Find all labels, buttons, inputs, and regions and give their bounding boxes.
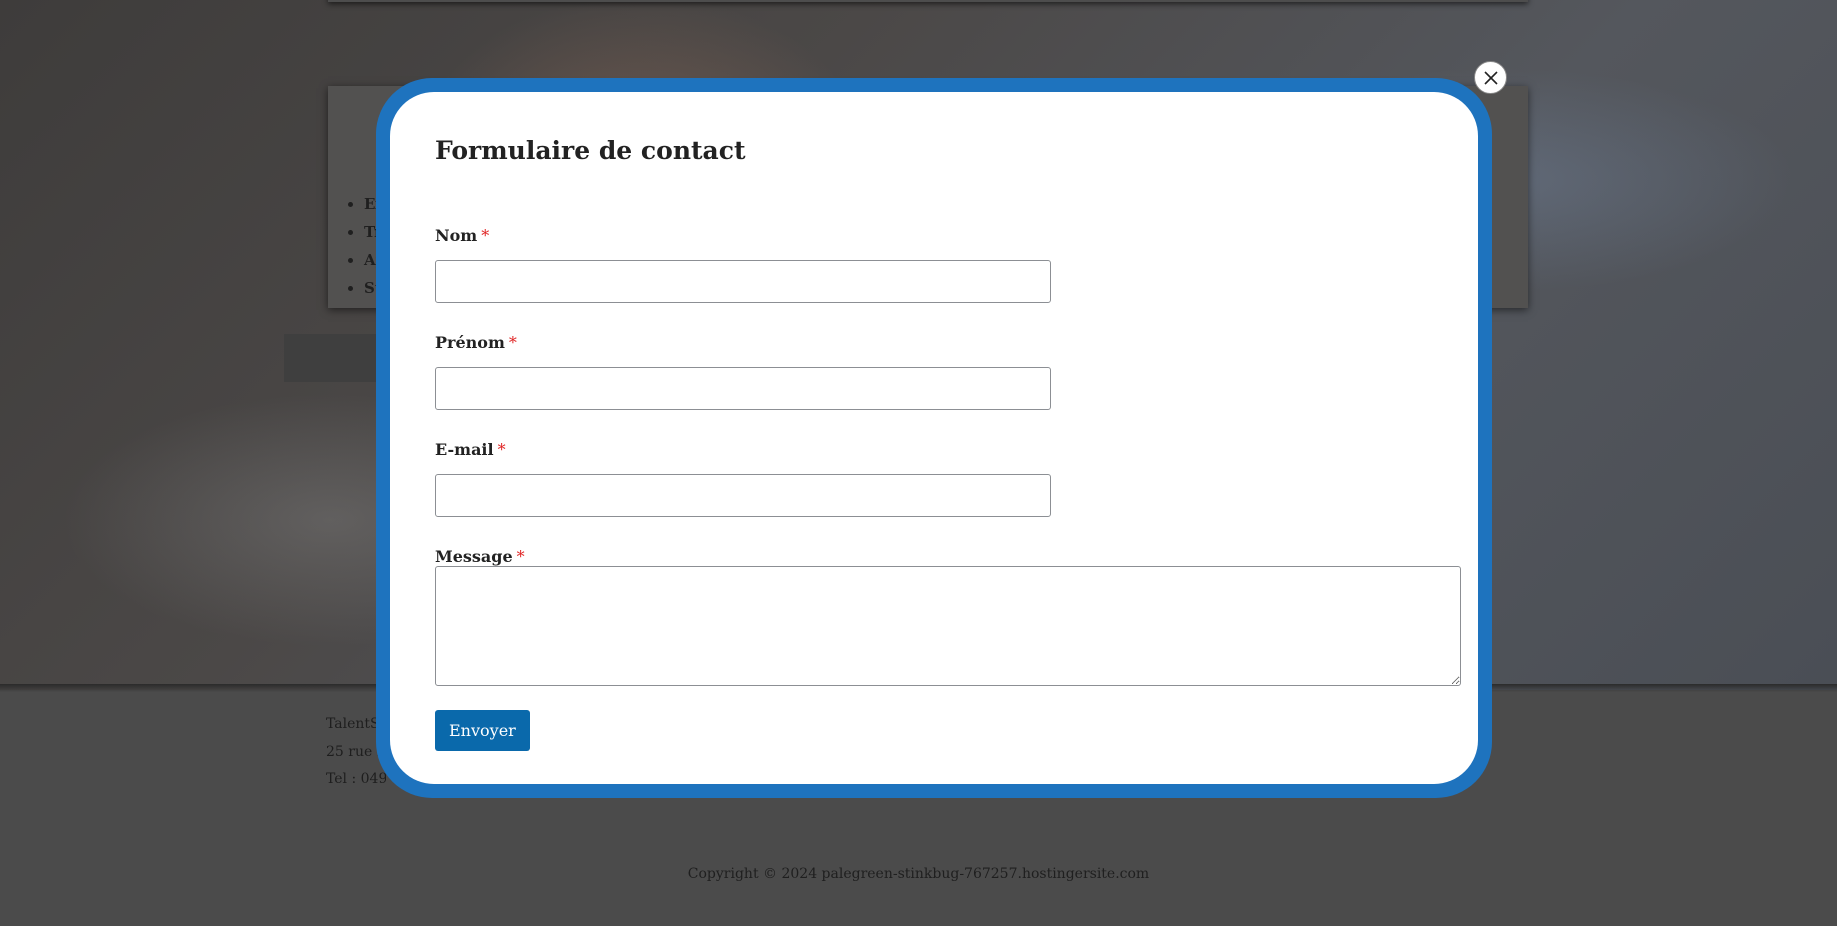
background-top-card [328, 0, 1528, 2]
required-marker: * [497, 440, 506, 459]
message-label-text: Message [435, 547, 513, 566]
message-textarea[interactable] [435, 566, 1461, 686]
footer-phone: Tel : 0495735 [326, 771, 386, 787]
submit-button[interactable]: Envoyer [435, 710, 530, 751]
email-label: E-mail * [435, 440, 506, 459]
nom-label: Nom * [435, 226, 489, 245]
modal-title: Formulaire de contact [435, 136, 746, 165]
nom-label-text: Nom [435, 226, 478, 245]
email-label-text: E-mail [435, 440, 494, 459]
required-marker: * [481, 226, 490, 245]
required-marker: * [516, 547, 525, 566]
close-icon [1483, 70, 1498, 85]
footer-copyright: Copyright © 2024 palegreen-stinkbug-7672… [687, 866, 1150, 882]
required-marker: * [508, 333, 517, 352]
contact-form: Formulaire de contact Nom * Prénom * E-mai… [390, 92, 1478, 784]
close-button[interactable] [1474, 61, 1507, 94]
message-label: Message * [435, 547, 525, 566]
prenom-label-text: Prénom [435, 333, 505, 352]
contact-modal-frame: Formulaire de contact Nom * Prénom * E-mai… [376, 78, 1492, 798]
nom-input[interactable] [435, 260, 1051, 303]
email-input[interactable] [435, 474, 1051, 517]
prenom-input[interactable] [435, 367, 1051, 410]
prenom-label: Prénom * [435, 333, 517, 352]
